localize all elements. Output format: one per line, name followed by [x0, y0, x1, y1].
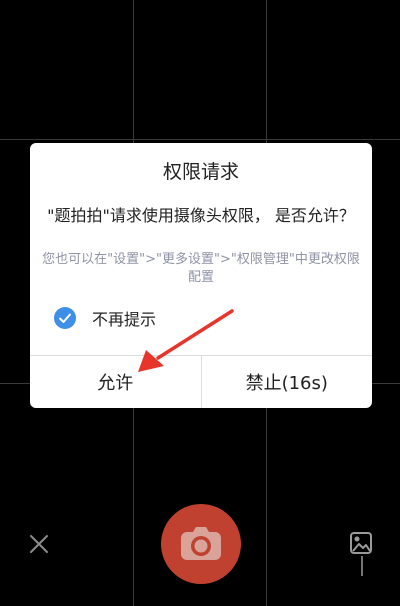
camera-icon: [181, 527, 221, 560]
shutter-button[interactable]: [161, 504, 241, 584]
close-icon[interactable]: [28, 533, 50, 555]
album-icon[interactable]: [348, 530, 376, 576]
